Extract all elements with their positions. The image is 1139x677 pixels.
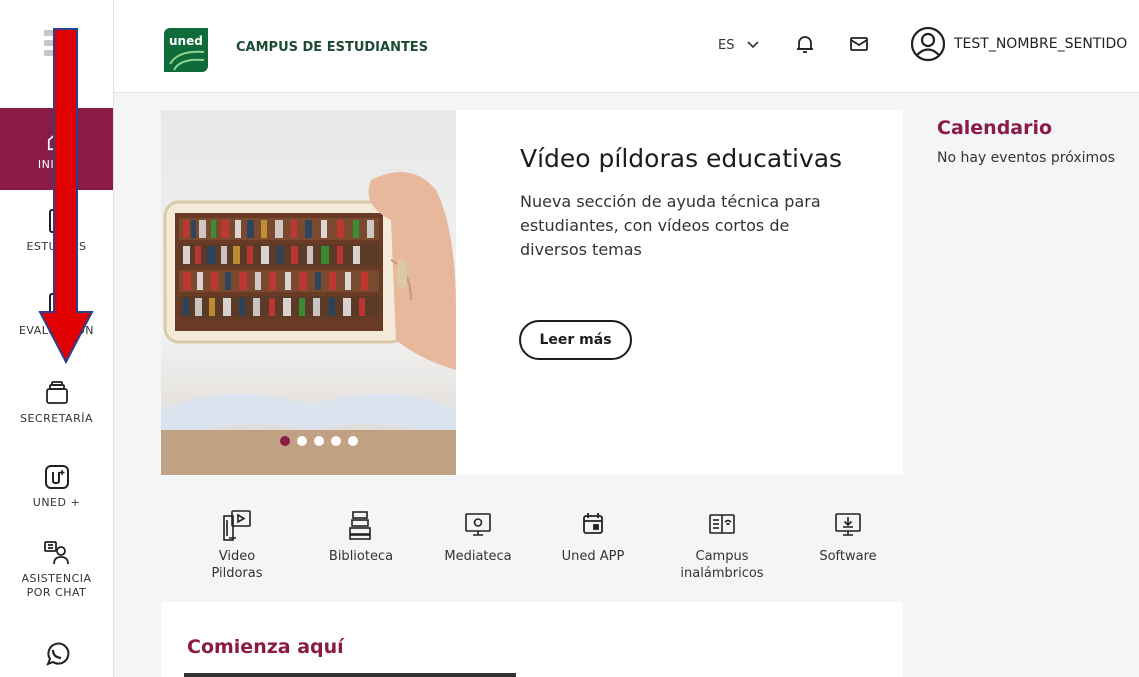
sidebar-item-label: SECRETARÍA: [19, 412, 93, 425]
sidebar-item-whatsapp[interactable]: [0, 640, 113, 674]
quick-link-label: Video: [218, 549, 256, 564]
leer-mas-button[interactable]: Leer más: [519, 320, 632, 360]
quick-link-label: Mediateca: [444, 549, 512, 564]
start-here-title: Comienza aquí: [187, 636, 344, 658]
chat-assistance-icon: [43, 541, 69, 565]
sidebar-item-label: POR CHAT: [26, 586, 87, 599]
language-selector[interactable]: ES: [718, 38, 759, 53]
sidebar: INICIO ESTUDIOS EVALUACIÓN SECRETARÍA UN…: [0, 0, 114, 677]
carousel-dot[interactable]: [297, 436, 307, 446]
carousel-dot[interactable]: [348, 436, 358, 446]
home-icon: [47, 131, 66, 151]
software-download-icon: [835, 513, 861, 536]
sidebar-item-evaluacion[interactable]: EVALUACIÓN: [0, 292, 113, 337]
sidebar-item-label: INICIO: [37, 158, 76, 171]
media-icon: [465, 513, 491, 536]
sidebar-item-inicio[interactable]: INICIO: [0, 108, 113, 190]
carousel-dot[interactable]: [314, 436, 324, 446]
sidebar-item-estudios[interactable]: ESTUDIOS: [0, 208, 113, 253]
folder-icon: [45, 381, 68, 404]
sidebar-item-secretaria[interactable]: SECRETARÍA: [0, 380, 113, 425]
brand-title[interactable]: CAMPUS DE ESTUDIANTES: [236, 40, 428, 55]
wifi-book-icon: [709, 514, 735, 534]
menu-icon[interactable]: [44, 30, 60, 60]
carousel-dot[interactable]: [331, 436, 341, 446]
mail-icon[interactable]: [850, 37, 868, 51]
hero-description: Nueva sección de ayuda técnica para estu…: [520, 192, 821, 259]
carousel-dots: [280, 436, 358, 446]
sidebar-item-asistencia-chat[interactable]: ASISTENCIA POR CHAT: [0, 540, 113, 600]
quick-link-label: Software: [819, 549, 877, 564]
calendar-empty-text: No hay eventos próximos: [937, 150, 1116, 166]
sidebar-item-label: ASISTENCIA: [21, 572, 92, 585]
library-icon: [349, 511, 371, 540]
hero-carousel: Vídeo píldoras educativas Nueva sección …: [161, 110, 903, 475]
user-name: TEST_NOMBRE_SENTIDO: [954, 36, 1128, 52]
evaluation-icon: [48, 293, 65, 317]
bell-icon[interactable]: [796, 34, 814, 54]
quick-link-label: Biblioteca: [328, 549, 394, 564]
sidebar-item-label: ESTUDIOS: [26, 240, 87, 253]
sidebar-item-label: UNED +: [32, 496, 81, 509]
quick-link-label: Uned APP: [561, 549, 625, 564]
hero-image: [161, 110, 456, 475]
language-label: ES: [718, 38, 735, 53]
quick-link-mediateca[interactable]: Mediateca: [433, 508, 523, 565]
calendar-app-icon: [583, 513, 603, 534]
uned-logo[interactable]: uned: [164, 28, 208, 72]
sidebar-item-uned-plus[interactable]: UNED +: [0, 464, 113, 509]
calendar-title: Calendario: [937, 117, 1053, 139]
start-here-media-bar: [184, 673, 516, 677]
quick-link-software[interactable]: Software: [803, 508, 893, 565]
hero-title: Vídeo píldoras educativas: [520, 144, 843, 173]
video-pills-icon: [223, 510, 251, 541]
top-header: uned CAMPUS DE ESTUDIANTES ES TEST_NOMBR…: [114, 0, 1139, 93]
start-here-card: Comienza aquí: [161, 602, 903, 677]
sidebar-item-label: EVALUACIÓN: [18, 324, 95, 337]
user-avatar-icon: [910, 26, 946, 62]
user-menu[interactable]: TEST_NOMBRE_SENTIDO: [910, 26, 1127, 62]
chevron-down-icon: [747, 41, 759, 49]
quick-link-label: inalámbricos: [680, 566, 764, 581]
whatsapp-icon: [45, 642, 69, 666]
quick-link-uned-app[interactable]: Uned APP: [548, 508, 638, 565]
quick-link-biblioteca[interactable]: Biblioteca: [316, 508, 406, 565]
uned-plus-icon: [44, 465, 69, 489]
book-icon: [48, 209, 65, 233]
quick-link-video-pildoras[interactable]: Video Pildoras: [192, 508, 282, 582]
quick-link-label: Pildoras: [211, 566, 263, 581]
quick-link-campus-inalambricos[interactable]: Campus inalámbricos: [677, 508, 767, 582]
carousel-dot[interactable]: [280, 436, 290, 446]
quick-link-label: Campus: [695, 549, 749, 564]
